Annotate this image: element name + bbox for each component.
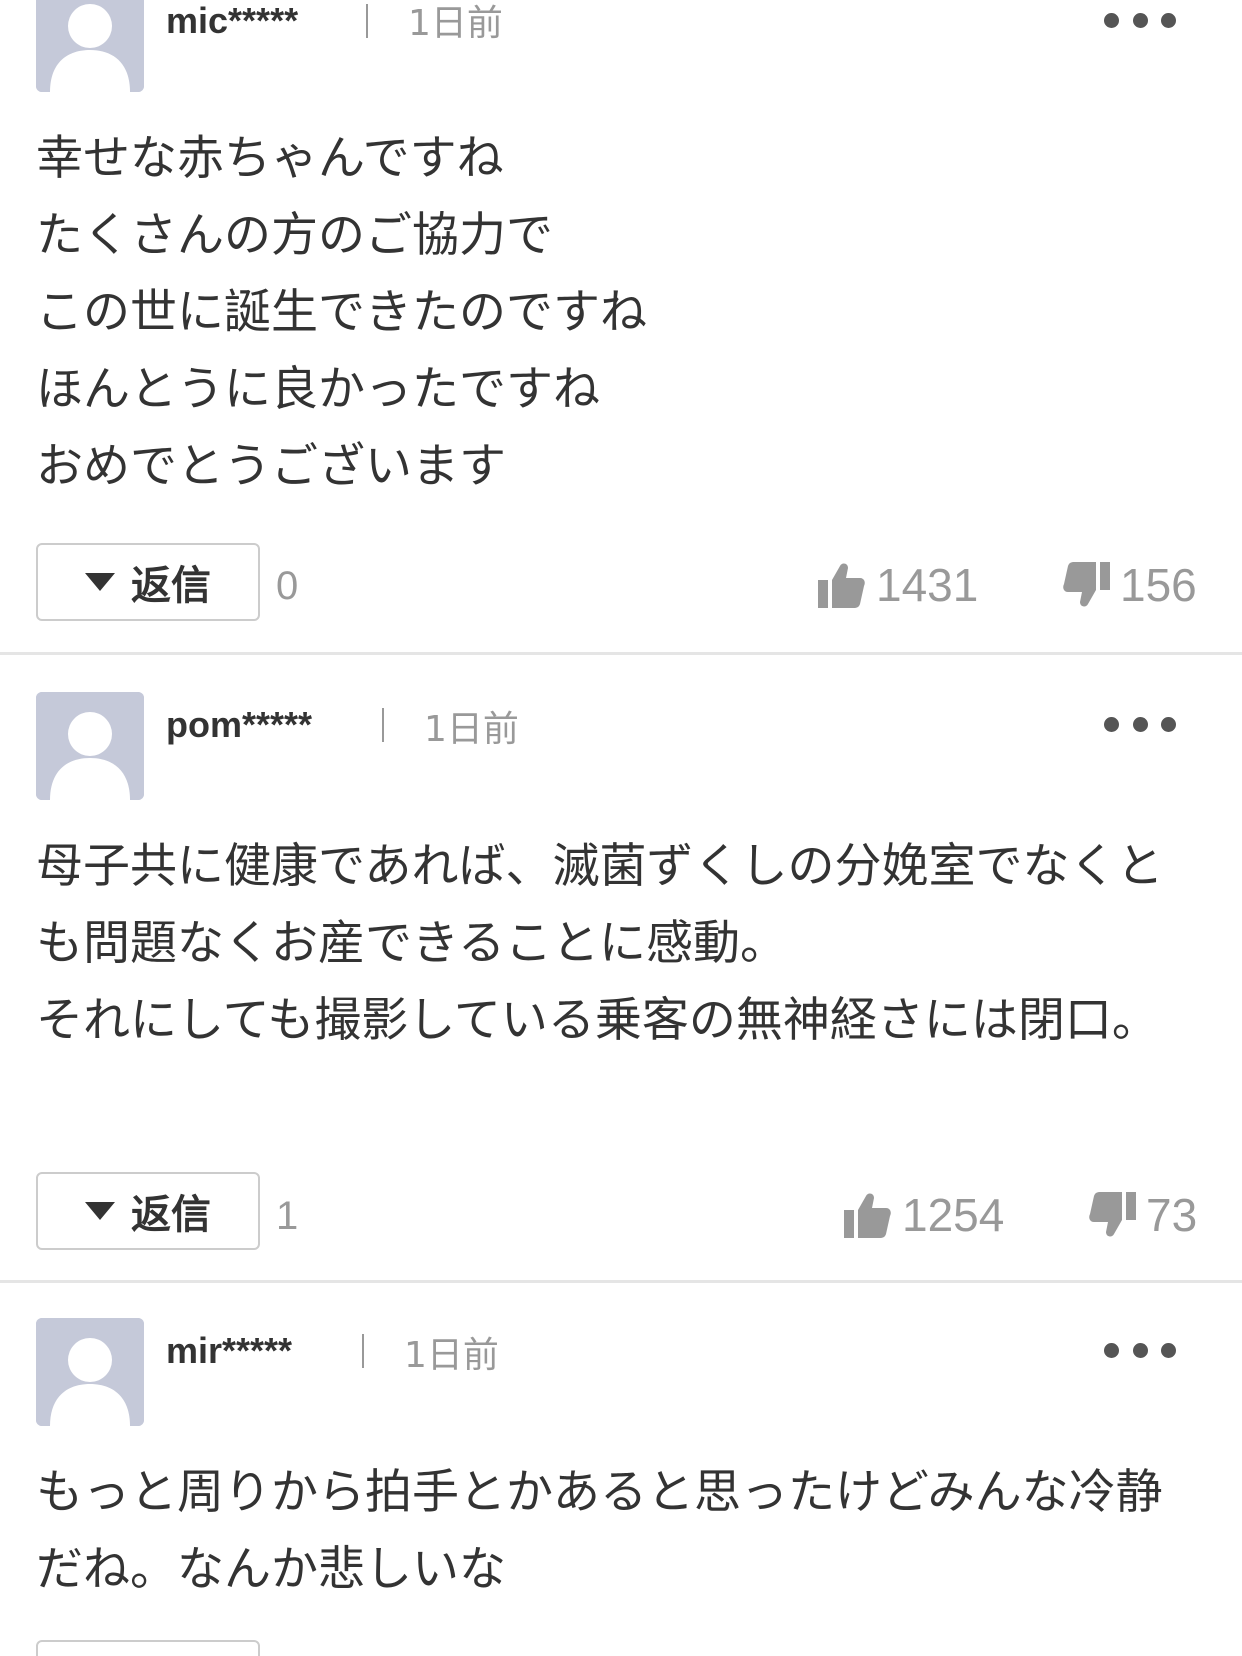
comment-username[interactable]: mic***** (166, 0, 298, 42)
comment-item: pom***** 1日前 母子共に健康であれば、滅菌ずくしの分娩室でなくとも問題… (0, 656, 1242, 1280)
like-count: 1431 (876, 559, 979, 611)
reply-toggle-button[interactable]: 返信 (36, 543, 260, 621)
meta-separator (366, 4, 368, 38)
default-user-avatar-icon (36, 0, 144, 92)
comment-username[interactable]: mir***** (166, 1330, 292, 1372)
comment-body: もっと周りから拍手とかあると思ったけどみんな冷静だね。なんか悲しいな (36, 1465, 1163, 1597)
more-options-button[interactable] (1104, 1330, 1176, 1370)
reply-button-label: 返信 (131, 1192, 211, 1238)
dislike-button[interactable]: 73 (1088, 1188, 1197, 1242)
default-user-avatar-icon (36, 692, 144, 800)
dislike-count: 73 (1146, 1189, 1198, 1241)
dislike-count: 156 (1120, 559, 1197, 611)
reply-toggle-button[interactable]: 返信 (36, 1172, 260, 1250)
meta-separator (382, 708, 384, 742)
comment-username[interactable]: pom***** (166, 704, 312, 746)
default-user-avatar-icon (36, 1318, 144, 1426)
thumbs-up-icon (818, 563, 865, 608)
reply-count: 1 (276, 1194, 299, 1238)
like-button[interactable]: 1254 (844, 1188, 1004, 1242)
meta-separator (362, 1334, 364, 1368)
more-options-icon (1104, 716, 1119, 732)
more-options-icon (1104, 12, 1119, 28)
more-options-icon (1104, 1342, 1119, 1358)
comment-timestamp: 1日前 (424, 709, 519, 750)
thumbs-down-icon (1063, 562, 1110, 607)
like-count: 1254 (902, 1189, 1005, 1241)
dislike-button[interactable]: 156 (1062, 558, 1197, 612)
avatar[interactable] (36, 0, 144, 92)
more-options-button[interactable] (1104, 704, 1176, 744)
reply-button-label: 返信 (131, 563, 211, 609)
reply-toggle-button[interactable] (36, 1640, 260, 1656)
triangle-down-icon (85, 573, 115, 591)
comment-timestamp: 1日前 (408, 3, 503, 44)
comment-item: mic***** 1日前 幸せな赤ちゃんですね たくさんの方のご協力で この世に… (0, 0, 1242, 650)
thumbs-up-icon (844, 1193, 891, 1238)
comment-body: 母子共に健康であれば、滅菌ずくしの分娩室でなくとも問題なくお産できることに感動。… (36, 839, 1164, 1048)
comment-item: mir***** 1日前 もっと周りから拍手とかあると思ったけどみんな冷静だね。… (0, 1284, 1242, 1656)
avatar[interactable] (36, 692, 144, 800)
thumbs-down-icon (1089, 1192, 1136, 1237)
like-button[interactable]: 1431 (818, 558, 978, 612)
comment-body: 幸せな赤ちゃんですね たくさんの方のご協力で この世に誕生できたのですね ほんと… (36, 131, 647, 494)
comment-divider (0, 1280, 1242, 1283)
triangle-down-icon (85, 1202, 115, 1220)
reply-count: 0 (276, 564, 299, 608)
avatar[interactable] (36, 1318, 144, 1426)
comment-timestamp: 1日前 (404, 1335, 499, 1376)
more-options-button[interactable] (1104, 0, 1176, 40)
comment-divider (0, 652, 1242, 655)
